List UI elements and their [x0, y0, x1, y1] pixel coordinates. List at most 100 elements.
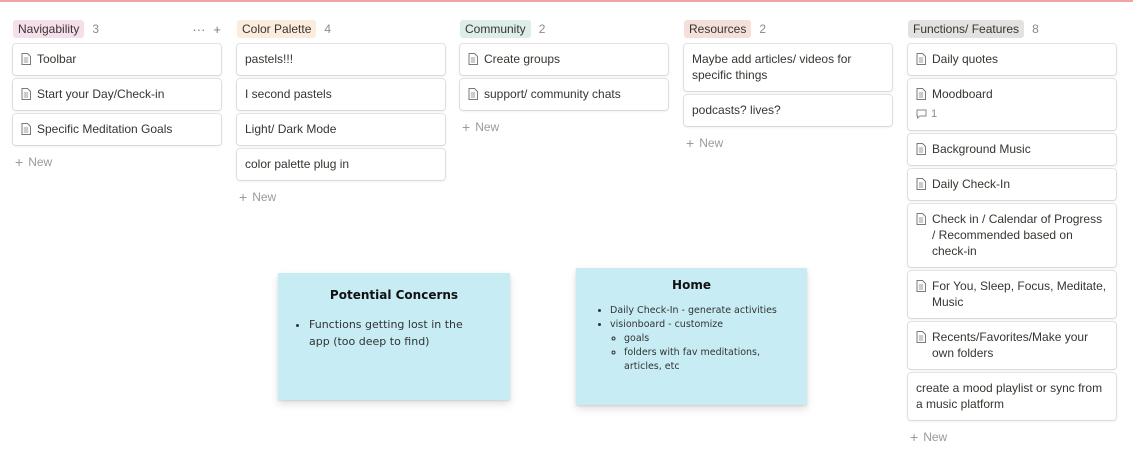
card-title: For You, Sleep, Focus, Meditate, Music — [932, 279, 1107, 309]
card-title-row: Moodboard — [916, 86, 993, 102]
board-card[interactable]: Recents/Favorites/Make your own folders — [908, 322, 1116, 369]
column-header: Functions/ Features 8 — [908, 20, 1116, 38]
page-icon — [468, 88, 478, 100]
card-title: color palette plug in — [245, 157, 350, 171]
new-card-button[interactable]: + New — [684, 130, 892, 156]
page-icon — [916, 143, 926, 155]
board-card[interactable]: Moodboard 1 — [908, 79, 1116, 130]
card-count: 3 — [92, 22, 100, 36]
new-card-label: New — [923, 430, 948, 444]
top-accent-line — [0, 0, 1133, 2]
sticky-list: Daily Check-In - generate activities vis… — [576, 304, 807, 374]
group-tag[interactable]: Color Palette — [237, 20, 317, 38]
board-card[interactable]: Background Music — [908, 134, 1116, 165]
plus-icon: + — [239, 189, 248, 205]
card-title: Start your Day/Check-in — [37, 87, 165, 101]
board-card[interactable]: Create groups — [460, 44, 668, 75]
card-title: podcasts? lives? — [692, 103, 781, 117]
sticky-subitem: folders with fav meditations, articles, … — [624, 346, 777, 374]
comment-icon — [916, 109, 927, 119]
sticky-item: visionboard - customize goals folders wi… — [610, 318, 777, 374]
plus-icon: + — [462, 119, 471, 135]
board-card[interactable]: Light/ Dark Mode — [237, 114, 445, 145]
board-card[interactable]: pastels!!! — [237, 44, 445, 75]
board-column-navigability: Navigability 3 ··· + Toolbar Start your … — [13, 20, 221, 175]
page-icon — [916, 280, 926, 292]
board-card[interactable]: Toolbar — [13, 44, 221, 75]
sticky-item: Functions getting lost in the app (too d… — [309, 316, 464, 350]
board-card[interactable]: Daily quotes — [908, 44, 1116, 75]
sticky-title: Home — [672, 278, 711, 292]
new-card-label: New — [475, 120, 500, 134]
page-icon — [21, 123, 31, 135]
card-title: pastels!!! — [245, 52, 294, 66]
new-card-button[interactable]: + New — [460, 114, 668, 140]
new-card-label: New — [28, 155, 53, 169]
board-column-resources: Resources 2 Maybe add articles/ videos f… — [684, 20, 892, 156]
card-count: 2 — [538, 22, 546, 36]
card-title: Background Music — [932, 142, 1031, 156]
board-card[interactable]: create a mood playlist or sync from a mu… — [908, 373, 1116, 420]
sticky-subitem: goals — [624, 332, 777, 346]
column-actions: ··· + — [192, 22, 221, 37]
card-title: I second pastels — [245, 87, 332, 101]
card-title: Specific Meditation Goals — [37, 122, 173, 136]
card-title: Daily quotes — [932, 52, 999, 66]
page-icon — [916, 213, 926, 225]
board-card[interactable]: Daily Check-In — [908, 169, 1116, 200]
board-card[interactable]: color palette plug in — [237, 149, 445, 180]
column-header: Resources 2 — [684, 20, 892, 38]
add-card-icon[interactable]: + — [213, 22, 221, 37]
board-card[interactable]: For You, Sleep, Focus, Meditate, Music — [908, 271, 1116, 318]
column-header: Navigability 3 ··· + — [13, 20, 221, 38]
page-icon — [916, 178, 926, 190]
group-tag[interactable]: Community — [460, 20, 531, 38]
card-title: Create groups — [484, 52, 561, 66]
board-column-functions-features: Functions/ Features 8 Daily quotes Moodb… — [908, 20, 1116, 450]
new-card-button[interactable]: + New — [237, 184, 445, 210]
page-icon — [21, 88, 31, 100]
comment-indicator[interactable]: 1 — [916, 106, 937, 122]
board-card[interactable]: I second pastels — [237, 79, 445, 110]
sticky-note-potential-concerns[interactable]: Potential Concerns Functions getting los… — [278, 273, 510, 400]
new-card-button[interactable]: + New — [908, 424, 1116, 450]
column-header: Community 2 — [460, 20, 668, 38]
column-header: Color Palette 4 — [237, 20, 445, 38]
group-tag[interactable]: Resources — [684, 20, 752, 38]
card-title: Daily Check-In — [932, 177, 1011, 191]
board-card[interactable]: Start your Day/Check-in — [13, 79, 221, 110]
plus-icon: + — [686, 135, 695, 151]
board-column-color-palette: Color Palette 4 pastels!!! I second past… — [237, 20, 445, 210]
sticky-item-text: visionboard - customize — [610, 319, 724, 330]
page-icon — [916, 88, 926, 100]
card-count: 8 — [1032, 22, 1039, 36]
board-card[interactable]: support/ community chats — [460, 79, 668, 110]
sticky-sublist: goals folders with fav meditations, arti… — [610, 332, 777, 374]
board-card[interactable]: podcasts? lives? — [684, 95, 892, 126]
card-title: support/ community chats — [484, 87, 621, 101]
card-title: Check in / Calendar of Progress / Recomm… — [932, 212, 1103, 258]
sticky-list: Functions getting lost in the app (too d… — [278, 316, 510, 350]
page-icon — [916, 331, 926, 343]
card-title: Recents/Favorites/Make your own folders — [932, 330, 1089, 360]
sticky-note-home[interactable]: Home Daily Check-In - generate activitie… — [576, 268, 807, 405]
new-card-label: New — [252, 190, 277, 204]
page-icon — [468, 53, 478, 65]
card-count: 4 — [324, 22, 332, 36]
group-tag[interactable]: Navigability — [13, 20, 85, 38]
comment-count: 1 — [931, 108, 938, 120]
new-card-label: New — [699, 136, 724, 150]
more-options-icon[interactable]: ··· — [192, 22, 205, 37]
new-card-button[interactable]: + New — [13, 149, 221, 175]
sticky-title: Potential Concerns — [329, 288, 459, 302]
card-title: Moodboard — [932, 87, 993, 101]
card-title: Maybe add articles/ videos for specific … — [692, 52, 852, 82]
group-tag[interactable]: Functions/ Features — [908, 20, 1025, 38]
board-card[interactable]: Check in / Calendar of Progress / Recomm… — [908, 204, 1116, 267]
board-card[interactable]: Specific Meditation Goals — [13, 114, 221, 145]
board-card[interactable]: Maybe add articles/ videos for specific … — [684, 44, 892, 91]
plus-icon: + — [910, 429, 919, 445]
board-column-community: Community 2 Create groups support/ commu… — [460, 20, 668, 140]
sticky-item: Daily Check-In - generate activities — [610, 304, 777, 318]
card-title: Toolbar — [37, 52, 77, 66]
